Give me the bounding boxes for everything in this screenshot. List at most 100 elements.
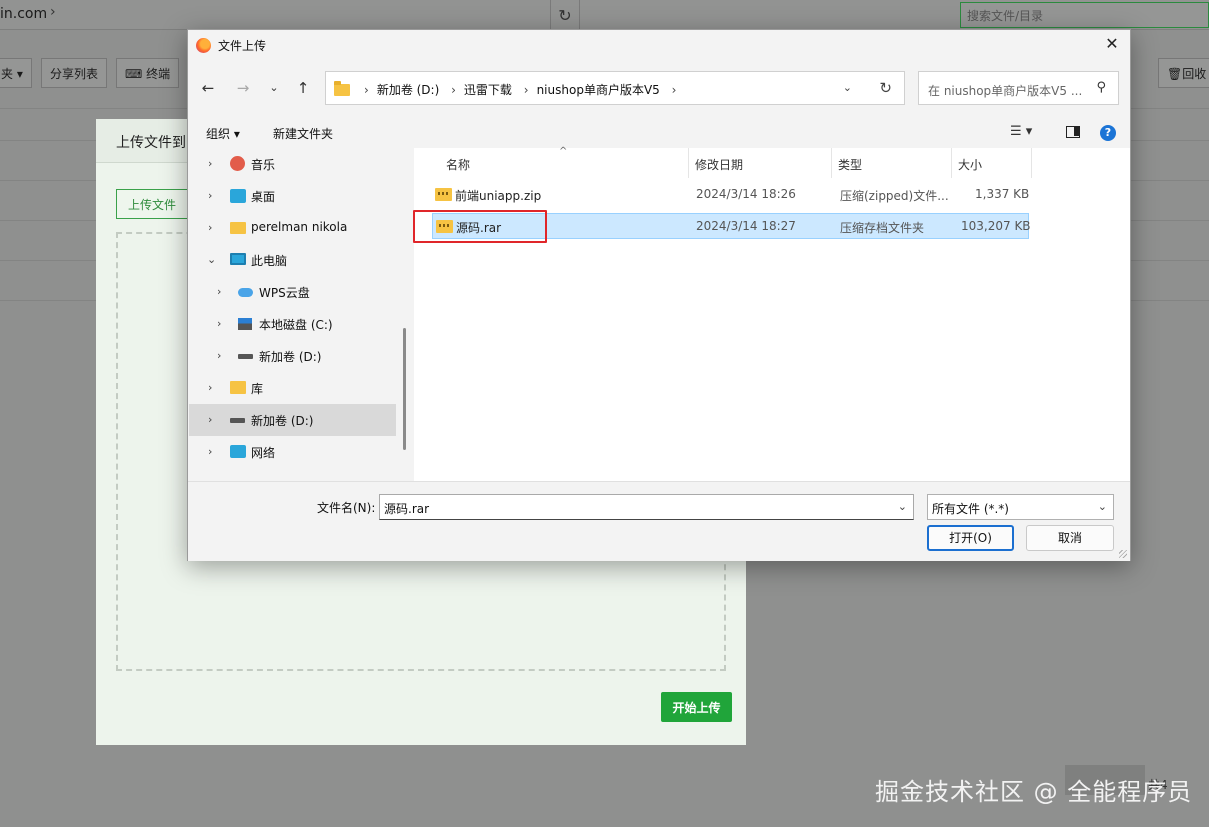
column-header-modified[interactable]: 修改日期 — [689, 148, 832, 178]
start-upload-button[interactable]: 开始上传 — [661, 692, 732, 722]
new-folder-button[interactable]: 新建文件夹 — [273, 125, 333, 142]
file-modified: 2024/3/14 18:26 — [696, 187, 796, 201]
nav-item-user-folder[interactable]: › perelman nikola — [189, 212, 396, 244]
search-icon: ⚲ — [1096, 80, 1106, 95]
file-name: 前端uniapp.zip — [455, 189, 542, 203]
dialog-titlebar[interactable]: 文件上传 ✕ — [188, 30, 1130, 60]
chevron-right-icon: › — [50, 4, 56, 20]
nav-scrollbar[interactable] — [403, 328, 406, 450]
chevron-right-icon[interactable]: › — [208, 221, 212, 234]
nav-item-libraries[interactable]: › 库 — [189, 372, 396, 404]
computer-icon — [230, 253, 246, 265]
disk-icon — [238, 318, 252, 330]
nav-item-music[interactable]: › 音乐 — [189, 148, 396, 180]
desktop-icon — [230, 189, 246, 203]
folder-button[interactable]: 夹 ▾ — [0, 58, 32, 88]
filename-label: 文件名(N): — [317, 501, 376, 515]
nav-item-desktop[interactable]: › 桌面 — [189, 180, 396, 212]
nav-item-label: 本地磁盘 (C:) — [259, 318, 333, 332]
nav-item-label: 网络 — [251, 446, 276, 460]
file-modified: 2024/3/14 18:27 — [696, 219, 796, 233]
zip-folder-icon — [435, 188, 452, 201]
nav-item-local-disk-c[interactable]: › 本地磁盘 (C:) — [189, 308, 396, 340]
close-icon[interactable]: ✕ — [1102, 34, 1122, 54]
address-bar[interactable]: › 新加卷 (D:) › 迅雷下载 › niushop单商户版本V5 › ⌄ ↻ — [325, 71, 905, 105]
file-search-input[interactable]: 搜索文件/目录 — [960, 2, 1209, 28]
preview-pane-icon[interactable] — [1066, 126, 1080, 138]
upload-file-button[interactable]: 上传文件 — [116, 189, 188, 219]
chevron-right-icon[interactable]: › — [208, 189, 212, 202]
nav-item-label: 库 — [251, 382, 264, 396]
nav-item-wps-cloud[interactable]: › WPS云盘 — [189, 276, 396, 308]
file-type: 压缩存档文件夹 — [840, 221, 925, 235]
recycle-button[interactable]: 🗑回收 — [1158, 58, 1209, 88]
nav-item-network[interactable]: › 网络 — [189, 436, 396, 468]
file-size: 103,207 KB — [961, 219, 1031, 233]
filename-value: 源码.rar — [384, 502, 430, 516]
folder-icon — [230, 222, 246, 234]
chevron-down-icon[interactable]: ⌄ — [898, 500, 907, 513]
breadcrumb-downloads[interactable]: 迅雷下载 — [464, 83, 512, 97]
nav-item-label: 新加卷 (D:) — [251, 414, 314, 428]
resize-grip-icon[interactable] — [1119, 550, 1127, 558]
annotation-highlight-box — [413, 210, 547, 243]
nav-item-drive-d-selected[interactable]: › 新加卷 (D:) — [189, 404, 396, 436]
column-header-size[interactable]: 大小 — [952, 148, 1032, 178]
library-icon — [230, 381, 246, 394]
drive-icon — [238, 354, 253, 359]
cancel-button[interactable]: 取消 — [1026, 525, 1114, 551]
navigation-pane: › 音乐 › 桌面 › perelman nikola ⌄ 此电脑 › WPS云… — [189, 148, 410, 481]
chevron-right-icon[interactable]: › — [208, 381, 212, 394]
chevron-down-icon[interactable]: ⌄ — [1098, 500, 1107, 513]
browser-topbar: in.com › ↻ 搜索文件/目录 — [0, 0, 1209, 30]
folder-icon — [334, 81, 350, 96]
refresh-icon[interactable]: ↻ — [879, 79, 892, 97]
back-arrow-icon[interactable]: ← — [196, 76, 220, 100]
share-list-button[interactable]: 分享列表 — [41, 58, 108, 88]
chevron-down-icon[interactable]: ⌄ — [207, 253, 216, 266]
music-icon — [230, 156, 245, 171]
chevron-down-icon[interactable]: ⌄ — [262, 76, 286, 100]
firefox-icon — [196, 38, 211, 53]
nav-item-this-pc[interactable]: ⌄ 此电脑 — [189, 244, 396, 276]
filename-input[interactable]: 源码.rar ⌄ — [379, 494, 914, 520]
file-row[interactable]: 前端uniapp.zip 2024/3/14 18:26 压缩(zipped)文… — [432, 182, 1029, 208]
drive-icon — [230, 418, 245, 423]
url-text[interactable]: in.com — [0, 6, 47, 22]
forward-arrow-icon[interactable]: → — [231, 76, 255, 100]
chevron-right-icon[interactable]: › — [217, 285, 221, 298]
column-header-type[interactable]: 类型 — [832, 148, 952, 178]
open-button[interactable]: 打开(O) — [927, 525, 1014, 551]
chevron-right-icon[interactable]: › — [217, 317, 221, 330]
help-icon[interactable]: ? — [1100, 125, 1116, 141]
file-size: 1,337 KB — [975, 187, 1030, 201]
upload-modal-title: 上传文件到 — [116, 135, 186, 151]
chevron-right-icon[interactable]: › — [208, 445, 212, 458]
nav-item-label: 音乐 — [251, 158, 276, 172]
chevron-down-icon[interactable]: ⌄ — [843, 81, 852, 94]
folder-search-input[interactable]: 在 niushop单商户版本V5 ... ⚲ — [918, 71, 1119, 105]
nav-item-drive-d[interactable]: › 新加卷 (D:) — [189, 340, 396, 372]
terminal-button[interactable]: ⌨ 终端 — [116, 58, 180, 88]
breadcrumb: › 新加卷 (D:) › 迅雷下载 › niushop单商户版本V5 › — [364, 83, 677, 97]
nav-item-label: 此电脑 — [251, 254, 288, 268]
nav-item-label: WPS云盘 — [259, 286, 310, 300]
nav-item-label: perelman nikola — [251, 220, 348, 234]
chevron-right-icon[interactable]: › — [217, 349, 221, 362]
view-options-icon[interactable]: ☰ ▾ — [1010, 124, 1032, 139]
watermark: 掘金技术社区 @ 全能程序员 — [875, 778, 1193, 806]
chevron-right-icon[interactable]: › — [208, 413, 212, 426]
terminal-icon: ⌨ — [125, 67, 143, 81]
cloud-icon — [238, 288, 253, 297]
chevron-right-icon[interactable]: › — [208, 157, 212, 170]
up-arrow-icon[interactable]: ↑ — [291, 76, 315, 100]
nav-item-label: 桌面 — [251, 190, 276, 204]
breadcrumb-drive[interactable]: 新加卷 (D:) — [377, 83, 439, 97]
navigation-row: ← → ⌄ ↑ › 新加卷 (D:) › 迅雷下载 › niushop单商户版本V5 … — [188, 70, 1130, 106]
filetype-select[interactable]: 所有文件 (*.*) ⌄ — [927, 494, 1114, 520]
breadcrumb-niushop[interactable]: niushop单商户版本V5 — [537, 83, 660, 97]
column-header-name[interactable]: 名称 — [440, 148, 689, 178]
file-type: 压缩(zipped)文件... — [840, 189, 949, 203]
organize-menu[interactable]: 组织 ▾ — [206, 125, 240, 142]
refresh-icon[interactable]: ↻ — [550, 0, 580, 30]
